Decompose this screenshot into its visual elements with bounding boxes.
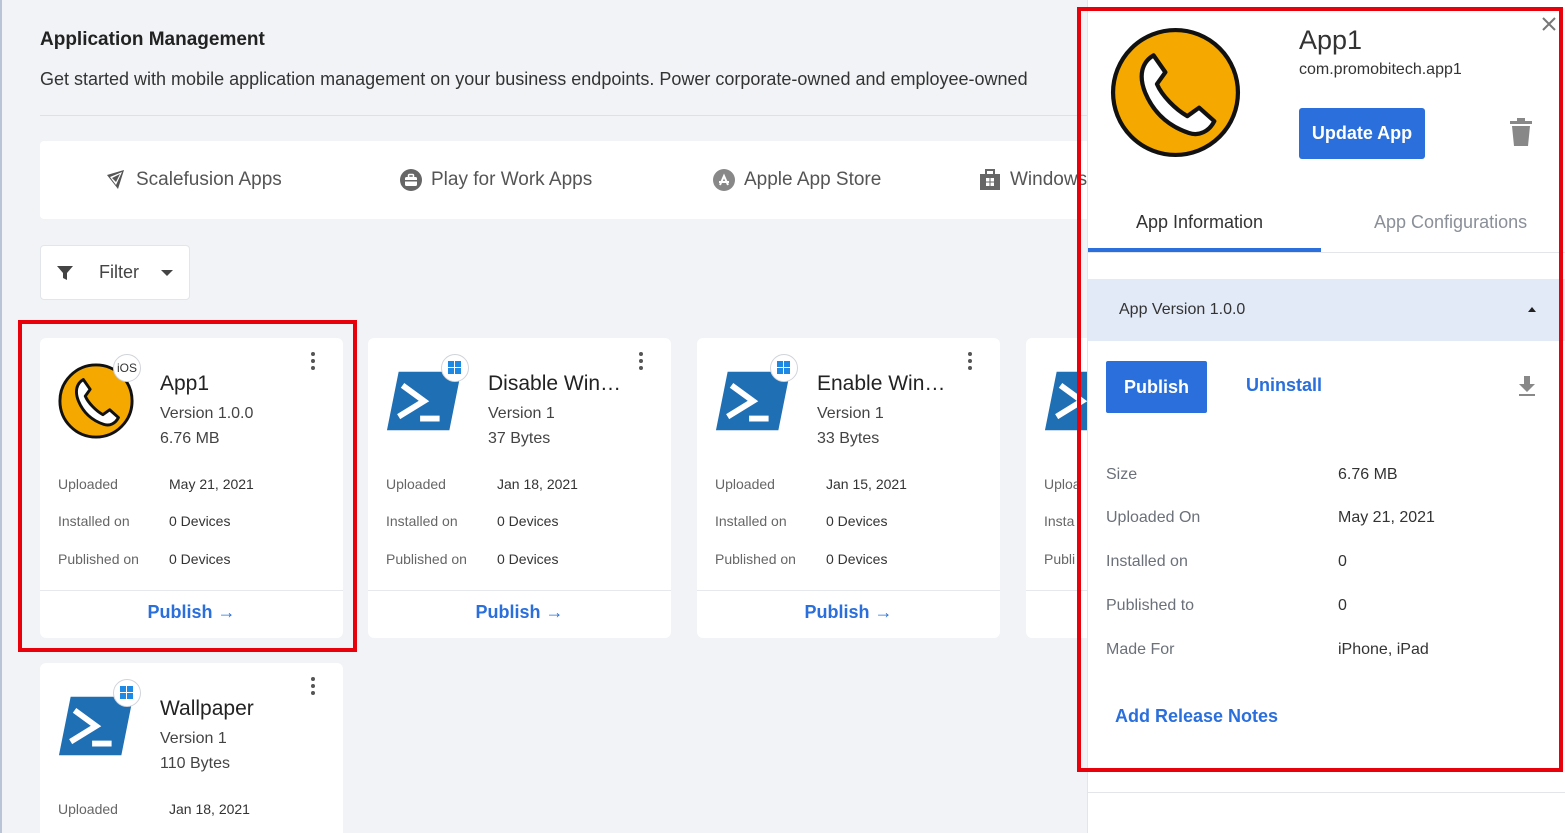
uploaded-value: Jan 15, 2021 [826, 476, 907, 492]
uploaded-label: Uploa [1044, 476, 1081, 492]
published-label: Publi [1044, 551, 1076, 567]
app-name: Disable Win… [488, 372, 622, 395]
published-value: 0 Devices [497, 551, 559, 567]
app-store-icon [712, 168, 736, 192]
windows-badge [770, 354, 798, 382]
filter-icon [57, 265, 73, 280]
installed-label: Installed on [715, 513, 787, 529]
uploaded-label: Uploaded [386, 476, 446, 492]
uploaded-label: Uploaded [58, 801, 118, 817]
windows-store-icon [978, 168, 1002, 192]
installed-value: 0 Devices [826, 513, 888, 529]
published-row: Published on 0 Devices [715, 551, 887, 567]
uploaded-label: Uploaded [715, 476, 775, 492]
uploaded-row: Uploaded Jan 15, 2021 [715, 476, 907, 492]
highlight-box-panel [1077, 7, 1563, 772]
uploaded-row: Uploa [1044, 476, 1081, 492]
app-card[interactable]: Disable Win… Version 1 37 Bytes Uploaded… [368, 338, 671, 638]
published-value: 0 Devices [826, 551, 888, 567]
page-description: Get started with mobile application mana… [40, 69, 1028, 89]
window-edge [0, 0, 2, 833]
more-options-icon[interactable] [968, 352, 972, 370]
app-name: Enable Wind… [817, 372, 957, 395]
tab-label: Play for Work Apps [431, 169, 593, 190]
app-card[interactable]: Wallpaper Version 1 110 Bytes Uploaded Ja… [40, 663, 343, 833]
published-label: Published on [386, 551, 467, 567]
windows-badge [441, 354, 469, 382]
divider [40, 115, 1090, 116]
publish-link[interactable]: Publish → [368, 602, 671, 623]
installed-label: Insta [1044, 513, 1075, 529]
briefcase-icon [399, 168, 423, 192]
card-divider [697, 590, 1000, 591]
uploaded-value: Jan 18, 2021 [169, 801, 250, 817]
uploaded-value: Jan 18, 2021 [497, 476, 578, 492]
app-card[interactable]: Enable Wind… Version 1 33 Bytes Uploaded… [697, 338, 1000, 638]
uploaded-row: Uploaded Jan 18, 2021 [386, 476, 578, 492]
arrow-right-icon: → [545, 602, 564, 622]
app-name: Wallpaper [160, 697, 254, 720]
published-label: Published on [715, 551, 796, 567]
chevron-down-icon [161, 269, 173, 276]
tab-play-for-work-apps[interactable]: Play for Work Apps [399, 141, 592, 219]
more-options-icon[interactable] [639, 352, 643, 370]
windows-badge [113, 679, 141, 707]
tab-label: Apple App Store [744, 169, 882, 190]
divider [1088, 792, 1565, 793]
tab-windows[interactable]: Windows [978, 141, 1087, 219]
card-divider [368, 590, 671, 591]
installed-value: 0 Devices [497, 513, 559, 529]
filter-label: Filter [99, 262, 139, 282]
highlight-box-card [18, 320, 357, 652]
tab-label: Windows [1010, 169, 1088, 190]
arrow-right-icon: → [874, 602, 893, 622]
installed-row: Installed on 0 Devices [715, 513, 887, 529]
published-row: Published on 0 Devices [386, 551, 558, 567]
installed-label: Installed on [386, 513, 458, 529]
app-version: Version 1 [160, 730, 227, 747]
filter-dropdown[interactable]: Filter [40, 245, 190, 300]
store-tabs: Scalefusion Apps Play for Work Apps Appl… [40, 141, 1100, 219]
installed-row: Installed on 0 Devices [386, 513, 558, 529]
app-size: 110 Bytes [160, 755, 230, 772]
installed-row: Insta [1044, 513, 1074, 529]
page-title: Application Management [40, 29, 265, 50]
app-version: Version 1 [488, 405, 555, 422]
publish-link[interactable]: Publish → [697, 602, 1000, 623]
tab-scalefusion-apps[interactable]: Scalefusion Apps [104, 141, 282, 219]
uploaded-row: Uploaded Jan 18, 2021 [58, 801, 250, 817]
published-row: Publi [1044, 551, 1075, 567]
tab-label: Scalefusion Apps [136, 169, 282, 190]
app-size: 37 Bytes [488, 430, 551, 447]
app-size: 33 Bytes [817, 430, 880, 447]
tab-apple-app-store[interactable]: Apple App Store [712, 141, 881, 219]
more-options-icon[interactable] [311, 677, 315, 695]
scalefusion-icon [104, 168, 128, 192]
app-version: Version 1 [817, 405, 884, 422]
